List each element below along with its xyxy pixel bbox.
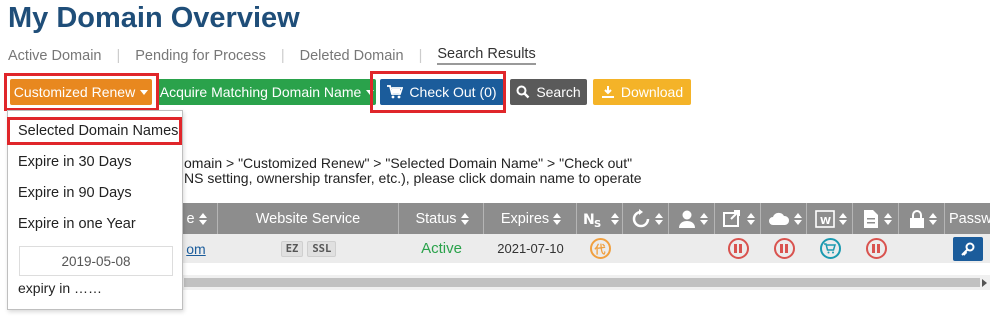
pause-icon[interactable]	[773, 238, 795, 259]
pause-icon[interactable]	[865, 238, 887, 259]
sort-icon	[699, 212, 708, 225]
column-ns[interactable]: NS	[577, 203, 623, 234]
acquire-matching-domain-label: Acquire Matching Domain Name	[159, 84, 362, 100]
highlight-box-renew	[4, 73, 159, 111]
instruction-line-2: NS setting, ownership transfer, etc.), p…	[184, 170, 642, 186]
sort-icon	[793, 212, 802, 225]
sort-icon	[928, 212, 937, 225]
expiry-date: 2021-07-10	[497, 241, 564, 256]
ns-icon: NS	[583, 212, 601, 229]
search-label: Search	[536, 84, 581, 100]
search-icon	[516, 85, 530, 99]
scroll-right-arrow-icon[interactable]	[982, 279, 987, 287]
column-password: Passw	[945, 203, 990, 234]
download-label: Download	[620, 84, 684, 100]
column-owner[interactable]	[669, 203, 715, 234]
sort-icon	[610, 212, 619, 225]
column-cloud[interactable]	[761, 203, 807, 234]
tab-bar: Active Domain | Pending for Process | De…	[8, 46, 536, 65]
user-icon	[678, 210, 695, 228]
column-website[interactable]: W	[807, 203, 853, 234]
sort-icon	[746, 212, 755, 225]
website-cell	[807, 234, 853, 263]
proxy-badge-icon[interactable]: 代	[589, 238, 611, 259]
sort-icon	[838, 212, 847, 225]
transfer-icon	[722, 209, 740, 227]
transfer-cell	[715, 234, 761, 263]
sort-icon	[460, 212, 469, 225]
svg-text:W: W	[820, 216, 831, 227]
column-expires[interactable]: Expires	[484, 203, 577, 234]
sort-icon	[198, 212, 207, 225]
status-badge: Active	[421, 240, 462, 257]
tab-divider: |	[280, 47, 285, 64]
tab-active-domain[interactable]: Active Domain	[8, 48, 101, 64]
tab-search-results[interactable]: Search Results	[437, 46, 536, 65]
key-icon[interactable]	[952, 236, 983, 261]
dropdown-item-expire-90-days[interactable]: Expire in 90 Days	[18, 185, 132, 201]
ns-cell: 代	[577, 234, 623, 263]
svg-text:S: S	[594, 219, 601, 229]
expires-cell: 2021-07-10	[484, 234, 577, 263]
expiry-note: expiry in ……	[18, 280, 103, 296]
tab-pending-for-process[interactable]: Pending for Process	[135, 48, 266, 64]
column-document[interactable]	[853, 203, 899, 234]
acquire-matching-domain-button[interactable]: Acquire Matching Domain Name	[158, 79, 376, 105]
search-button[interactable]: Search	[510, 79, 587, 105]
lock-icon	[909, 209, 924, 228]
cloud-icon	[768, 212, 789, 225]
expiry-date-input[interactable]: 2019-05-08	[19, 246, 173, 276]
sort-icon	[553, 212, 562, 225]
tab-divider: |	[418, 47, 423, 64]
refresh-icon	[632, 208, 649, 227]
ssl-service-tag[interactable]: SSL	[307, 240, 337, 257]
password-cell	[945, 234, 990, 263]
highlight-box-selected-domain-names	[7, 117, 182, 145]
instruction-line-1: omain > "Customized Renew" > "Selected D…	[184, 155, 633, 171]
column-password-label: Passw	[949, 210, 990, 227]
website-service-cell: EZ SSL	[218, 234, 399, 263]
pause-icon[interactable]	[727, 238, 749, 259]
column-status[interactable]: Status	[399, 203, 484, 234]
column-lock[interactable]	[899, 203, 945, 234]
scrollbar-thumb[interactable]	[184, 278, 980, 287]
dropdown-item-expire-one-year[interactable]: Expire in one Year	[18, 216, 136, 232]
sort-icon	[654, 212, 663, 225]
document-icon	[863, 209, 878, 228]
column-transfer[interactable]	[715, 203, 761, 234]
tab-divider: |	[116, 47, 121, 64]
column-renew[interactable]	[623, 203, 669, 234]
status-cell: Active	[399, 234, 484, 263]
website-icon: W	[814, 209, 835, 228]
dropdown-item-expire-30-days[interactable]: Expire in 30 Days	[18, 154, 132, 170]
download-icon	[601, 86, 614, 98]
svg-text:N: N	[583, 212, 595, 228]
column-website-service: Website Service	[218, 203, 399, 234]
ez-service-tag[interactable]: EZ	[280, 240, 304, 257]
document-cell	[853, 234, 899, 263]
cloud-cell	[761, 234, 807, 263]
download-button[interactable]: Download	[593, 79, 691, 105]
tab-deleted-domain[interactable]: Deleted Domain	[300, 48, 404, 64]
page-title: My Domain Overview	[8, 2, 300, 34]
sort-icon	[883, 212, 892, 225]
cart-icon[interactable]	[819, 238, 841, 259]
domain-name-link[interactable]: om	[186, 241, 205, 257]
column-domain-name-label: e	[186, 210, 195, 227]
instruction-text: omain > "Customized Renew" > "Selected D…	[184, 156, 642, 186]
column-website-service-label: Website Service	[255, 210, 361, 227]
highlight-box-checkout	[370, 71, 506, 113]
column-expires-label: Expires	[500, 210, 550, 227]
column-status-label: Status	[415, 210, 457, 227]
